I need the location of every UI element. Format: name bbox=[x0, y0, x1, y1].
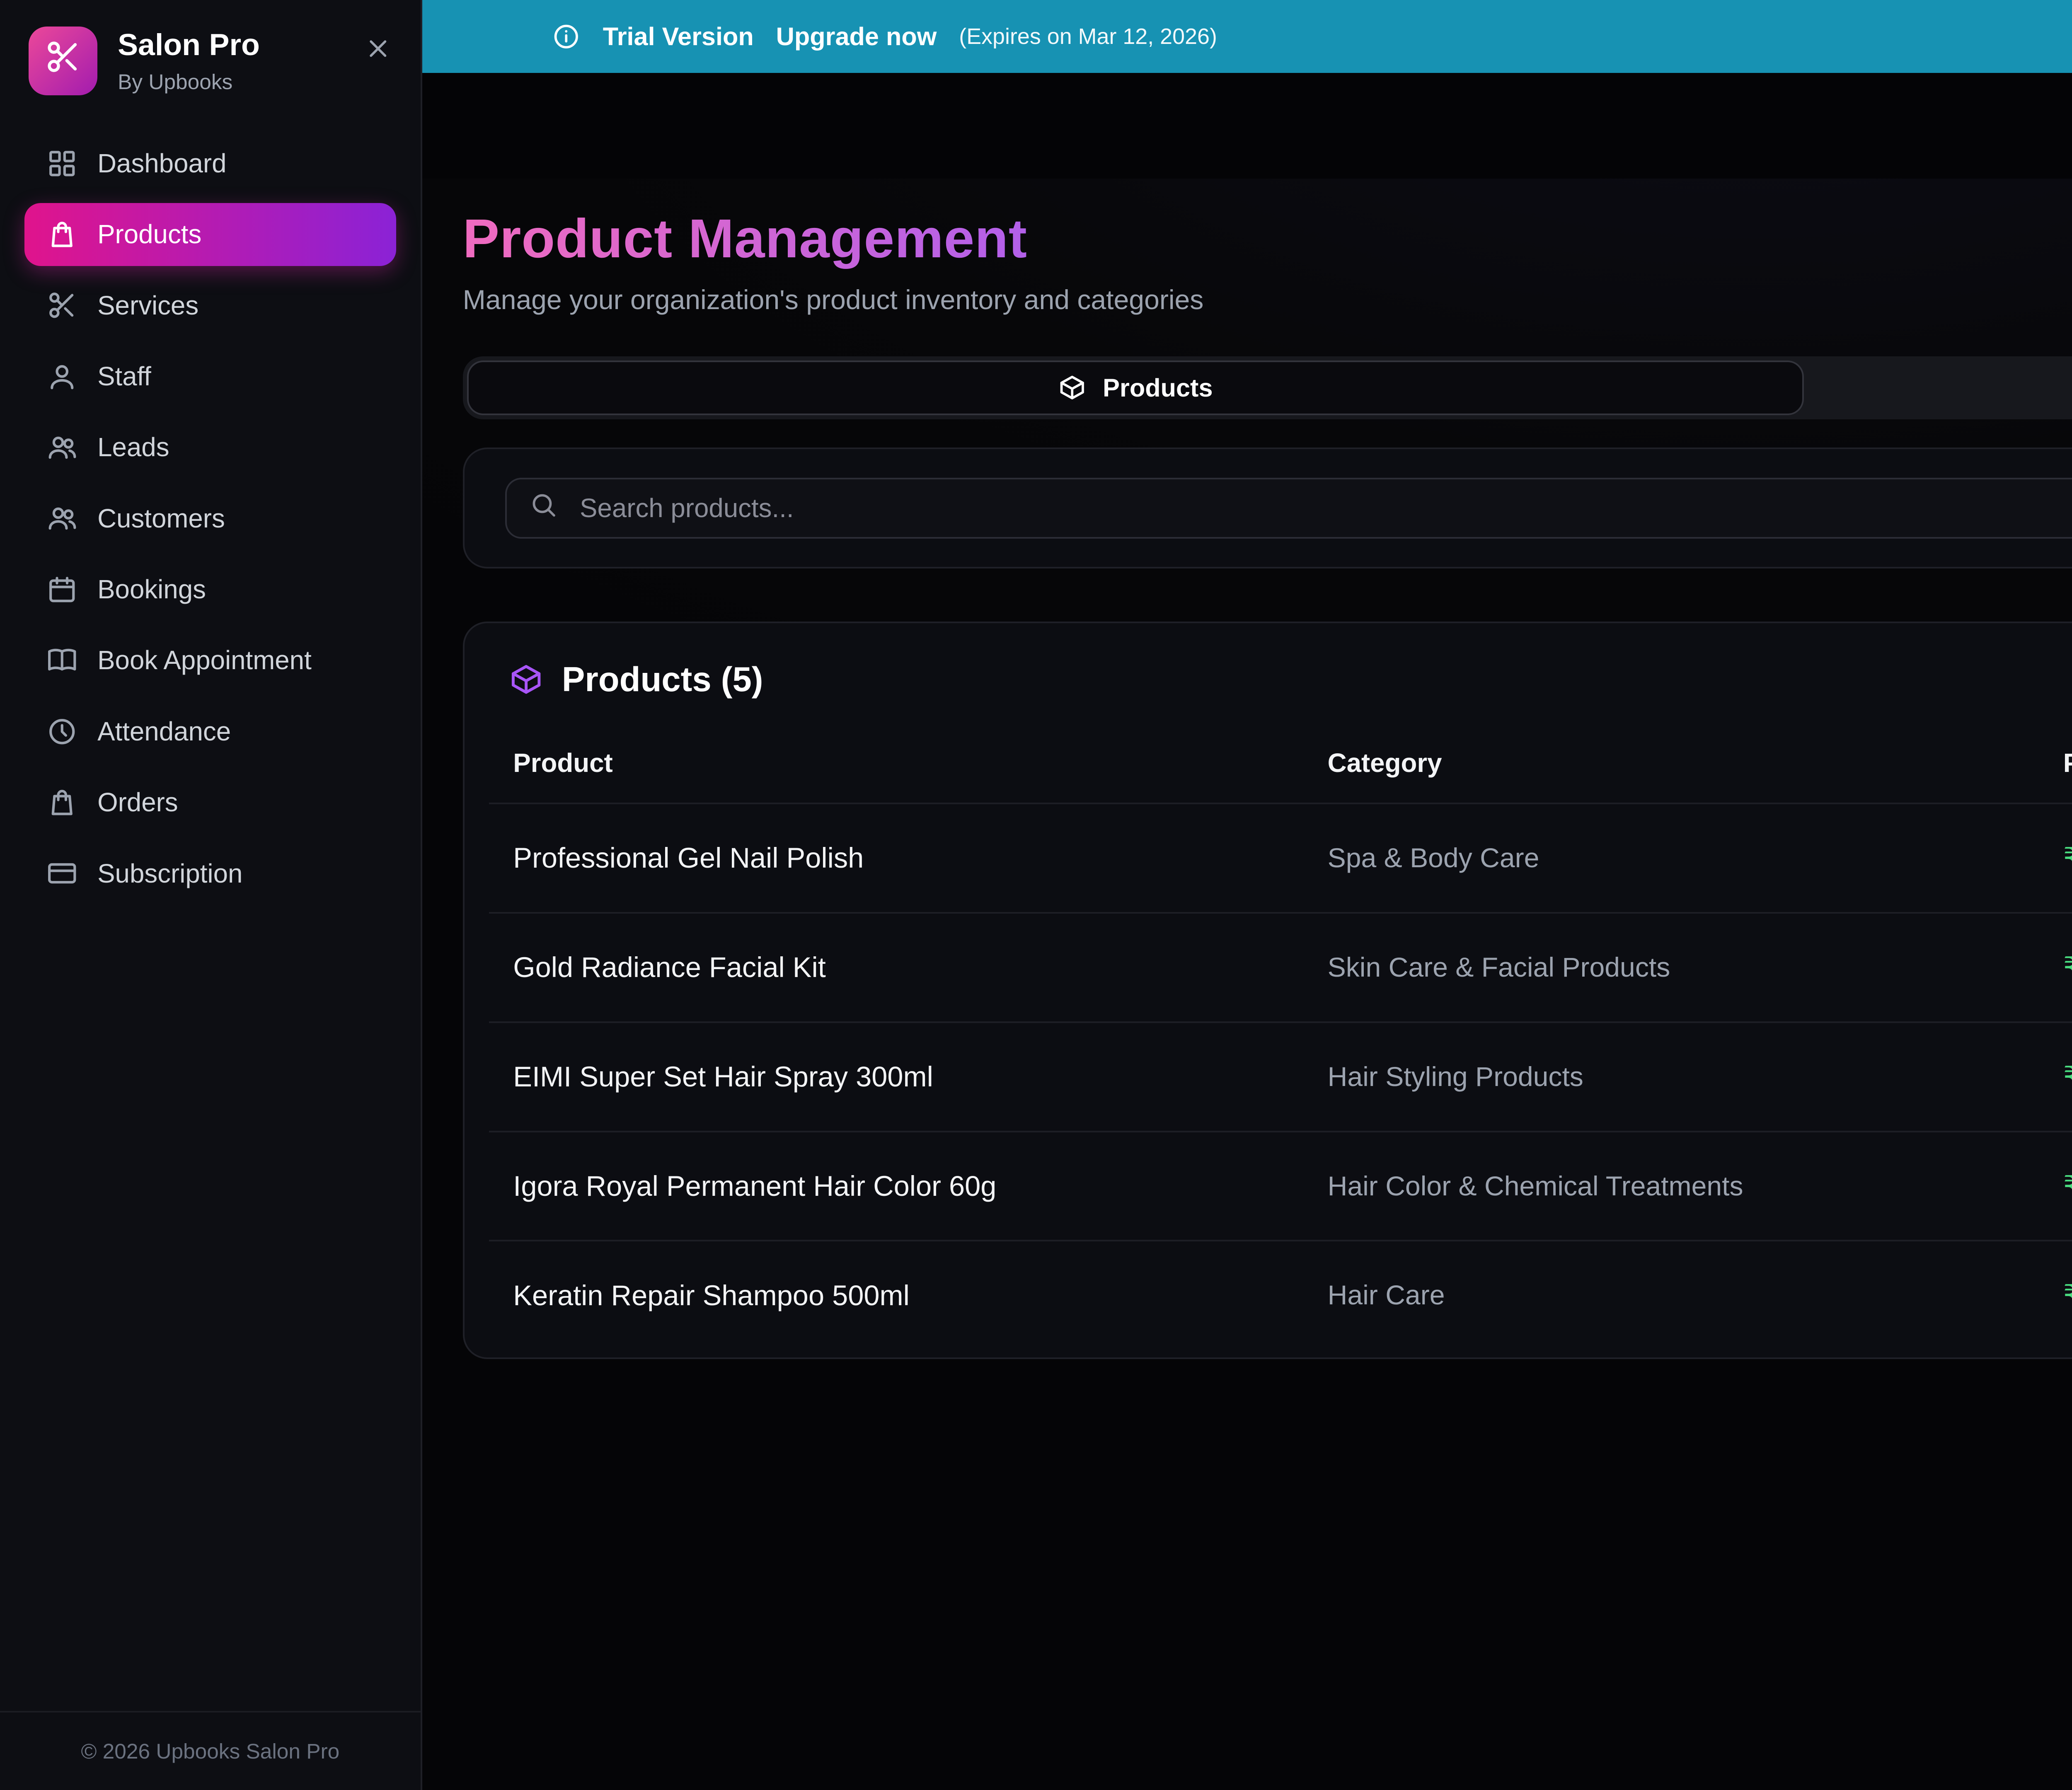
sidebar-item-attendance[interactable]: Attendance bbox=[24, 700, 396, 763]
upgrade-now-link[interactable]: Upgrade now bbox=[776, 22, 937, 51]
sidebar-item-staff[interactable]: Staff bbox=[24, 345, 396, 408]
sidebar-header: Salon Pro By Upbooks bbox=[0, 0, 421, 128]
tab-categories[interactable]: Categories bbox=[1804, 360, 2072, 415]
book-open-icon bbox=[47, 645, 77, 675]
sidebar-item-label: Customers bbox=[97, 503, 225, 534]
sidebar-item-label: Products bbox=[97, 219, 201, 249]
scissors-icon bbox=[47, 290, 77, 320]
col-price: Price bbox=[2039, 732, 2072, 803]
close-icon bbox=[364, 39, 392, 69]
sidebar-item-label: Leads bbox=[97, 432, 169, 462]
package-icon bbox=[1058, 373, 1087, 402]
product-category: Spa & Body Care bbox=[1303, 803, 2039, 913]
sidebar: Salon Pro By Upbooks Dashboard Products … bbox=[0, 0, 422, 1790]
product-price: ₹1440.00 bbox=[2039, 803, 2072, 913]
table-row: Keratin Repair Shampoo 500ml Hair Care ₹… bbox=[489, 1241, 2072, 1349]
sidebar-item-book-appointment[interactable]: Book Appointment bbox=[24, 629, 396, 692]
users-icon bbox=[47, 432, 77, 462]
trial-version-label: Trial Version bbox=[603, 22, 754, 51]
sidebar-item-services[interactable]: Services bbox=[24, 274, 396, 337]
sidebar-item-subscription[interactable]: Subscription bbox=[24, 842, 396, 905]
product-price: ₹950.00 bbox=[2039, 1022, 2072, 1132]
shopping-bag-icon bbox=[47, 219, 77, 249]
tab-bar: Products Categories bbox=[463, 356, 2072, 419]
product-price: ₹750.00 bbox=[2039, 1132, 2072, 1241]
sidebar-item-leads[interactable]: Leads bbox=[24, 416, 396, 479]
sidebar-item-label: Services bbox=[97, 290, 198, 321]
table-row: Professional Gel Nail Polish Spa & Body … bbox=[489, 803, 2072, 913]
products-card: Products (5) Product Category Price Stoc… bbox=[463, 622, 2072, 1359]
app-logo bbox=[29, 27, 98, 96]
user-icon bbox=[47, 361, 77, 392]
search-panel bbox=[463, 448, 2072, 568]
sidebar-item-label: Dashboard bbox=[97, 148, 226, 179]
sidebar-footer: © 2026 Upbooks Salon Pro bbox=[0, 1711, 421, 1790]
product-category: Hair Styling Products bbox=[1303, 1022, 2039, 1132]
trial-banner: Trial Version Upgrade now (Expires on Ma… bbox=[422, 0, 2072, 73]
info-icon bbox=[552, 22, 581, 51]
product-name: Igora Royal Permanent Hair Color 60g bbox=[489, 1132, 1303, 1241]
products-table: Product Category Price Stock Status Acti… bbox=[489, 732, 2072, 1349]
product-price: ₹120.00 bbox=[2039, 1241, 2072, 1349]
col-product: Product bbox=[489, 732, 1303, 803]
sidebar-item-products[interactable]: Products bbox=[24, 203, 396, 266]
sidebar-item-bookings[interactable]: Bookings bbox=[24, 558, 396, 621]
tab-products-label: Products bbox=[1103, 373, 1213, 402]
package-icon bbox=[509, 662, 543, 697]
page-title-block: Product Management Manage your organizat… bbox=[463, 207, 1204, 316]
sidebar-item-label: Subscription bbox=[97, 859, 242, 889]
product-name: EIMI Super Set Hair Spray 300ml bbox=[489, 1022, 1303, 1132]
sidebar-item-label: Book Appointment bbox=[97, 645, 312, 675]
table-row: EIMI Super Set Hair Spray 300ml Hair Sty… bbox=[489, 1022, 2072, 1132]
sidebar-item-label: Attendance bbox=[97, 716, 231, 747]
products-count-title: Products (5) bbox=[562, 660, 763, 699]
search-box bbox=[505, 478, 2072, 539]
tab-products[interactable]: Products bbox=[467, 360, 1804, 415]
sidebar-item-label: Staff bbox=[97, 361, 151, 392]
page-content: Product Management Manage your organizat… bbox=[422, 179, 2072, 1400]
users-icon bbox=[47, 503, 77, 533]
clock-icon bbox=[47, 716, 77, 747]
app-title: Salon Pro bbox=[118, 27, 260, 63]
product-name: Keratin Repair Shampoo 500ml bbox=[489, 1241, 1303, 1349]
scissors-icon bbox=[45, 39, 81, 83]
col-category: Category bbox=[1303, 732, 2039, 803]
calendar-icon bbox=[47, 574, 77, 605]
trial-expiry-text: (Expires on Mar 12, 2026) bbox=[959, 24, 1217, 49]
table-header-row: Product Category Price Stock Status Acti… bbox=[489, 732, 2072, 803]
product-name: Gold Radiance Facial Kit bbox=[489, 913, 1303, 1022]
page-header: Product Management Manage your organizat… bbox=[463, 207, 2072, 316]
app-title-block: Salon Pro By Upbooks bbox=[118, 27, 260, 94]
app-subtitle: By Upbooks bbox=[118, 69, 260, 94]
sidebar-close-button[interactable] bbox=[364, 27, 392, 69]
product-name: Professional Gel Nail Polish bbox=[489, 803, 1303, 913]
product-category: Hair Color & Chemical Treatments bbox=[1303, 1132, 2039, 1241]
shopping-bag-icon bbox=[47, 787, 77, 818]
sidebar-item-label: Orders bbox=[97, 787, 178, 818]
page-subtitle: Manage your organization's product inven… bbox=[463, 284, 1204, 316]
product-category: Hair Care bbox=[1303, 1241, 2039, 1349]
product-category: Skin Care & Facial Products bbox=[1303, 913, 2039, 1022]
product-price: ₹1180.00 bbox=[2039, 913, 2072, 1022]
sidebar-item-label: Bookings bbox=[97, 574, 206, 605]
grid-icon bbox=[47, 148, 77, 179]
search-icon bbox=[529, 489, 558, 527]
search-input[interactable] bbox=[576, 491, 2072, 525]
sidebar-item-dashboard[interactable]: Dashboard bbox=[24, 132, 396, 195]
main-area: Trial Version Upgrade now (Expires on Ma… bbox=[422, 0, 2072, 1790]
sidebar-item-customers[interactable]: Customers bbox=[24, 487, 396, 550]
table-row: Gold Radiance Facial Kit Skin Care & Fac… bbox=[489, 913, 2072, 1022]
page-title: Product Management bbox=[463, 207, 1204, 270]
topbar: S bbox=[422, 73, 2072, 179]
app-root: Salon Pro By Upbooks Dashboard Products … bbox=[0, 0, 2072, 1790]
credit-card-icon bbox=[47, 858, 77, 888]
table-row: Igora Royal Permanent Hair Color 60g Hai… bbox=[489, 1132, 2072, 1241]
products-card-header: Products (5) bbox=[489, 660, 2072, 732]
sidebar-item-orders[interactable]: Orders bbox=[24, 771, 396, 834]
sidebar-nav: Dashboard Products Services Staff Leads … bbox=[0, 128, 421, 909]
